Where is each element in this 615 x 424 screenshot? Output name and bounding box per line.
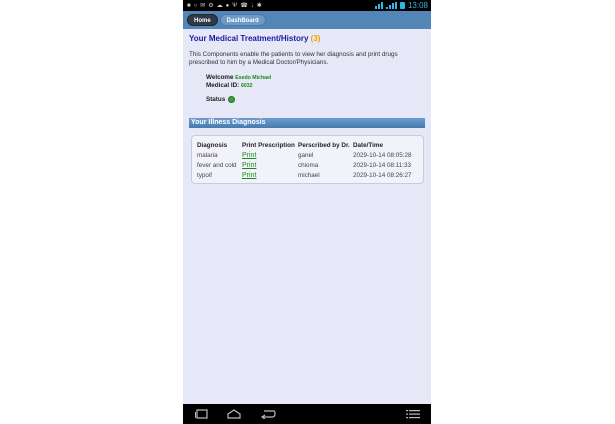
android-navigation-bar xyxy=(183,404,431,424)
column-header-doctor: Perscribed by Dr. xyxy=(298,141,350,149)
back-icon[interactable] xyxy=(255,404,281,424)
chat-icon: ■ xyxy=(187,2,191,9)
history-count: (3) xyxy=(310,34,321,43)
print-prescription-link[interactable]: Print xyxy=(242,152,256,159)
dashboard-button[interactable]: DashBoard xyxy=(219,14,266,26)
page-title-text: Your Medical Treatment/History xyxy=(189,34,309,43)
cell-signal-icon xyxy=(385,2,397,9)
phone-icon: ☎ xyxy=(240,2,248,9)
diagnosis-cell: typoif xyxy=(197,171,213,179)
patient-name: Esedo Michael xyxy=(235,75,272,81)
datetime-cell: 2029-10-14 08:26:27 xyxy=(353,171,412,179)
clock: 13:08 xyxy=(407,1,428,10)
bluetooth-icon: ✱ xyxy=(256,2,262,9)
print-prescription-link[interactable]: Print xyxy=(242,172,256,179)
doctor-cell: chioma xyxy=(298,161,319,169)
menu-icon[interactable] xyxy=(401,404,425,424)
print-prescription-link[interactable]: Print xyxy=(242,162,256,169)
welcome-label: Welcome xyxy=(206,74,234,81)
settings-icon: ⚙ xyxy=(208,2,214,9)
diagnosis-section-header: Your Illness Diagnosis xyxy=(189,118,425,128)
table-row: fever and cold Print chioma 2029-10-14 0… xyxy=(197,160,423,170)
table-row: typoif Print michael 2029-10-14 08:26:27 xyxy=(197,170,423,180)
doctor-cell: michael xyxy=(298,171,320,179)
recent-apps-icon[interactable] xyxy=(189,404,215,424)
whatsapp-icon: ○ xyxy=(193,2,198,9)
battery-icon xyxy=(399,2,405,9)
wifi-signal-icon xyxy=(374,2,383,9)
status-online-icon xyxy=(228,96,236,103)
patient-info: Welcome Esedo Michael Medical ID: 6032 xyxy=(206,74,271,90)
location-icon: ● xyxy=(225,2,230,9)
usb-icon: Ψ xyxy=(232,2,238,9)
cloud-icon: ☁ xyxy=(216,2,223,9)
page-title: Your Medical Treatment/History (3) xyxy=(189,34,320,43)
diagnosis-table: Diagnosis Print Prescription Perscribed … xyxy=(197,140,423,180)
medical-id-label: Medical ID: xyxy=(206,82,240,89)
table-header-row: Diagnosis Print Prescription Perscribed … xyxy=(197,140,423,150)
diagnosis-card: Diagnosis Print Prescription Perscribed … xyxy=(191,135,424,184)
doctor-cell: ganel xyxy=(298,151,314,159)
column-header-print: Print Prescription xyxy=(242,141,295,149)
home-icon[interactable] xyxy=(221,404,247,424)
datetime-cell: 2029-10-14 08:05:28 xyxy=(353,151,412,159)
datetime-cell: 2029-10-14 08:11:33 xyxy=(353,161,412,169)
top-navigation: Home DashBoard xyxy=(183,11,431,29)
status-bar: ■ ○ ✉ ⚙ ☁ ● Ψ ☎ ↓ ✱ 13:08 xyxy=(183,0,431,11)
medical-id-value: 6032 xyxy=(241,83,253,89)
column-header-datetime: Date/Time xyxy=(353,141,383,149)
download-icon: ↓ xyxy=(250,2,254,9)
notification-icons: ■ ○ ✉ ⚙ ☁ ● Ψ ☎ ↓ ✱ xyxy=(183,3,262,9)
status-label: Status xyxy=(206,96,226,103)
table-row: malaria Print ganel 2029-10-14 08:05:28 xyxy=(197,150,423,160)
diagnosis-cell: fever and cold xyxy=(197,161,237,169)
diagnosis-cell: malaria xyxy=(197,151,218,159)
device-screen: ■ ○ ✉ ⚙ ☁ ● Ψ ☎ ↓ ✱ 13:08 Home DashBoard… xyxy=(183,0,431,424)
column-header-diagnosis: Diagnosis xyxy=(197,141,228,149)
status-row: Status xyxy=(206,96,236,103)
home-button[interactable]: Home xyxy=(187,14,218,26)
intro-text: This Components enable the patients to v… xyxy=(189,51,398,66)
message-icon: ✉ xyxy=(200,2,206,9)
